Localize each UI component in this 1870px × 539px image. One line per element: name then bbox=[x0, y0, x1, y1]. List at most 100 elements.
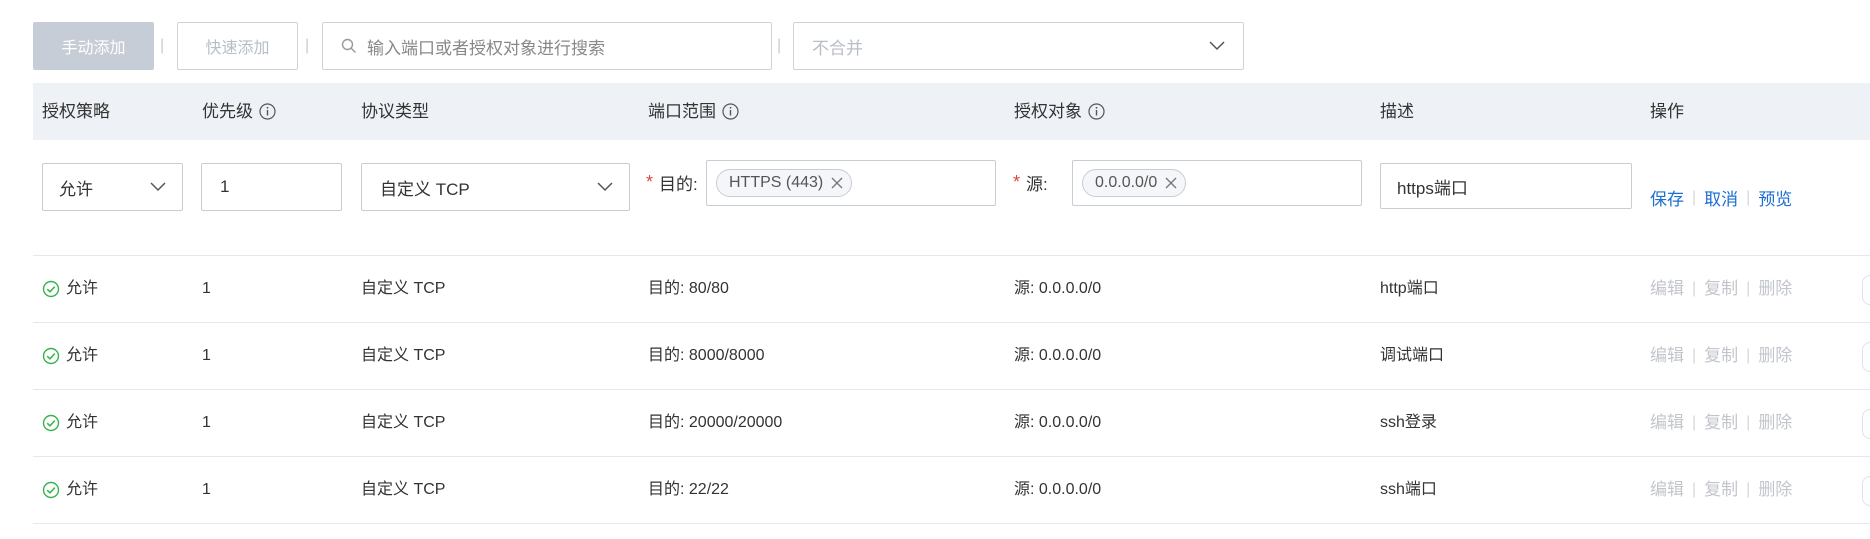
copy-link[interactable]: 复制 bbox=[1704, 323, 1738, 389]
chevron-down-icon bbox=[597, 182, 613, 192]
search-placeholder: 输入端口或者授权对象进行搜索 bbox=[367, 38, 605, 58]
protocol-cell: 自定义 TCP bbox=[361, 481, 446, 498]
policy-cell: 允许 bbox=[42, 256, 98, 322]
row-actions: 编辑 | 复制 | 删除 bbox=[1650, 323, 1792, 389]
cancel-link[interactable]: 取消 bbox=[1704, 185, 1738, 210]
row-actions: 编辑 | 复制 | 删除 bbox=[1650, 390, 1792, 456]
manual-add-button[interactable]: 手动添加 bbox=[33, 22, 154, 70]
auth-object-cell: 源: 0.0.0.0/0 bbox=[1014, 481, 1102, 498]
action-separator: | bbox=[1746, 280, 1751, 297]
header-port-range: 端口范围 bbox=[648, 83, 739, 140]
info-icon[interactable] bbox=[259, 103, 276, 120]
header-priority: 优先级 bbox=[202, 83, 276, 140]
action-separator: | bbox=[1692, 280, 1697, 297]
search-input[interactable]: 输入端口或者授权对象进行搜索 bbox=[322, 22, 772, 70]
protocol-cell: 自定义 TCP bbox=[361, 414, 446, 431]
protocol-cell: 自定义 TCP bbox=[361, 280, 446, 297]
header-protocol: 协议类型 bbox=[361, 102, 429, 121]
row-drag-handle[interactable] bbox=[1862, 275, 1870, 305]
port-range-cell: 目的: 20000/20000 bbox=[648, 414, 783, 431]
search-icon bbox=[341, 38, 357, 54]
info-icon[interactable] bbox=[1088, 103, 1105, 120]
description-cell: ssh登录 bbox=[1380, 414, 1437, 431]
source-input[interactable]: 0.0.0.0/0 bbox=[1072, 160, 1362, 206]
action-separator: | bbox=[1746, 414, 1751, 431]
copy-link[interactable]: 复制 bbox=[1704, 256, 1738, 322]
merge-select[interactable]: 不合并 bbox=[793, 22, 1244, 70]
toolbar-separator: | bbox=[160, 37, 165, 54]
row-divider bbox=[33, 389, 1870, 390]
priority-input-value: 1 bbox=[220, 177, 230, 196]
copy-link[interactable]: 复制 bbox=[1704, 457, 1738, 523]
edit-link[interactable]: 编辑 bbox=[1650, 390, 1684, 456]
source-label: * 源: bbox=[1013, 172, 1048, 194]
check-circle-icon bbox=[42, 280, 60, 298]
priority-input[interactable]: 1 bbox=[201, 163, 342, 211]
port-range-cell: 目的: 22/22 bbox=[648, 481, 729, 498]
header-auth-object: 授权对象 bbox=[1014, 83, 1105, 140]
action-separator: | bbox=[1692, 481, 1697, 498]
close-icon[interactable] bbox=[831, 177, 843, 189]
row-divider bbox=[33, 523, 1870, 524]
edit-link[interactable]: 编辑 bbox=[1650, 457, 1684, 523]
description-cell: 调试端口 bbox=[1380, 347, 1445, 364]
row-divider bbox=[33, 255, 1870, 256]
protocol-cell: 自定义 TCP bbox=[361, 347, 446, 364]
info-icon[interactable] bbox=[722, 103, 739, 120]
policy-cell: 允许 bbox=[42, 390, 98, 456]
priority-cell: 1 bbox=[202, 280, 211, 297]
chevron-down-icon bbox=[150, 182, 166, 192]
row-actions: 编辑 | 复制 | 删除 bbox=[1650, 256, 1792, 322]
quick-add-button[interactable]: 快速添加 bbox=[177, 22, 298, 70]
required-mark: * bbox=[1013, 172, 1021, 192]
description-input[interactable]: https端口 bbox=[1380, 163, 1632, 209]
close-icon[interactable] bbox=[1165, 177, 1177, 189]
header-policy: 授权策略 bbox=[42, 102, 110, 121]
row-drag-handle[interactable] bbox=[1862, 476, 1870, 506]
delete-link[interactable]: 删除 bbox=[1758, 323, 1792, 389]
action-separator: | bbox=[1692, 188, 1697, 206]
check-circle-icon bbox=[42, 414, 60, 432]
dest-port-tag: HTTPS (443) bbox=[716, 169, 853, 197]
policy-cell: 允许 bbox=[42, 323, 98, 389]
toolbar-separator: | bbox=[777, 37, 782, 54]
row-divider bbox=[33, 456, 1870, 457]
policy-select-value: 允许 bbox=[59, 179, 93, 199]
priority-cell: 1 bbox=[202, 347, 211, 364]
description-cell: ssh端口 bbox=[1380, 481, 1437, 498]
row-divider bbox=[33, 322, 1870, 323]
priority-cell: 1 bbox=[202, 481, 211, 498]
check-circle-icon bbox=[42, 481, 60, 499]
edit-link[interactable]: 编辑 bbox=[1650, 256, 1684, 322]
description-cell: http端口 bbox=[1380, 280, 1439, 297]
action-separator: | bbox=[1746, 347, 1751, 364]
policy-select[interactable]: 允许 bbox=[42, 163, 183, 211]
delete-link[interactable]: 删除 bbox=[1758, 256, 1792, 322]
delete-link[interactable]: 删除 bbox=[1758, 457, 1792, 523]
policy-cell: 允许 bbox=[42, 457, 98, 523]
delete-link[interactable]: 删除 bbox=[1758, 390, 1792, 456]
protocol-select-value: 自定义 TCP bbox=[380, 179, 470, 199]
action-separator: | bbox=[1746, 188, 1751, 206]
dest-port-input[interactable]: HTTPS (443) bbox=[706, 160, 996, 206]
protocol-select[interactable]: 自定义 TCP bbox=[361, 163, 630, 211]
action-separator: | bbox=[1692, 414, 1697, 431]
save-link[interactable]: 保存 bbox=[1650, 185, 1684, 210]
row-drag-handle[interactable] bbox=[1862, 342, 1870, 372]
port-range-cell: 目的: 8000/8000 bbox=[648, 347, 765, 364]
check-circle-icon bbox=[42, 347, 60, 365]
merge-select-value: 不合并 bbox=[812, 38, 863, 58]
priority-cell: 1 bbox=[202, 414, 211, 431]
port-range-cell: 目的: 80/80 bbox=[648, 280, 729, 297]
action-separator: | bbox=[1746, 481, 1751, 498]
action-separator: | bbox=[1692, 347, 1697, 364]
chevron-down-icon bbox=[1209, 41, 1225, 51]
copy-link[interactable]: 复制 bbox=[1704, 390, 1738, 456]
description-input-value: https端口 bbox=[1397, 178, 1468, 198]
auth-object-cell: 源: 0.0.0.0/0 bbox=[1014, 280, 1102, 297]
row-drag-handle[interactable] bbox=[1862, 409, 1870, 439]
row-actions: 编辑 | 复制 | 删除 bbox=[1650, 457, 1792, 523]
auth-object-cell: 源: 0.0.0.0/0 bbox=[1014, 414, 1102, 431]
edit-link[interactable]: 编辑 bbox=[1650, 323, 1684, 389]
preview-link[interactable]: 预览 bbox=[1758, 185, 1792, 210]
